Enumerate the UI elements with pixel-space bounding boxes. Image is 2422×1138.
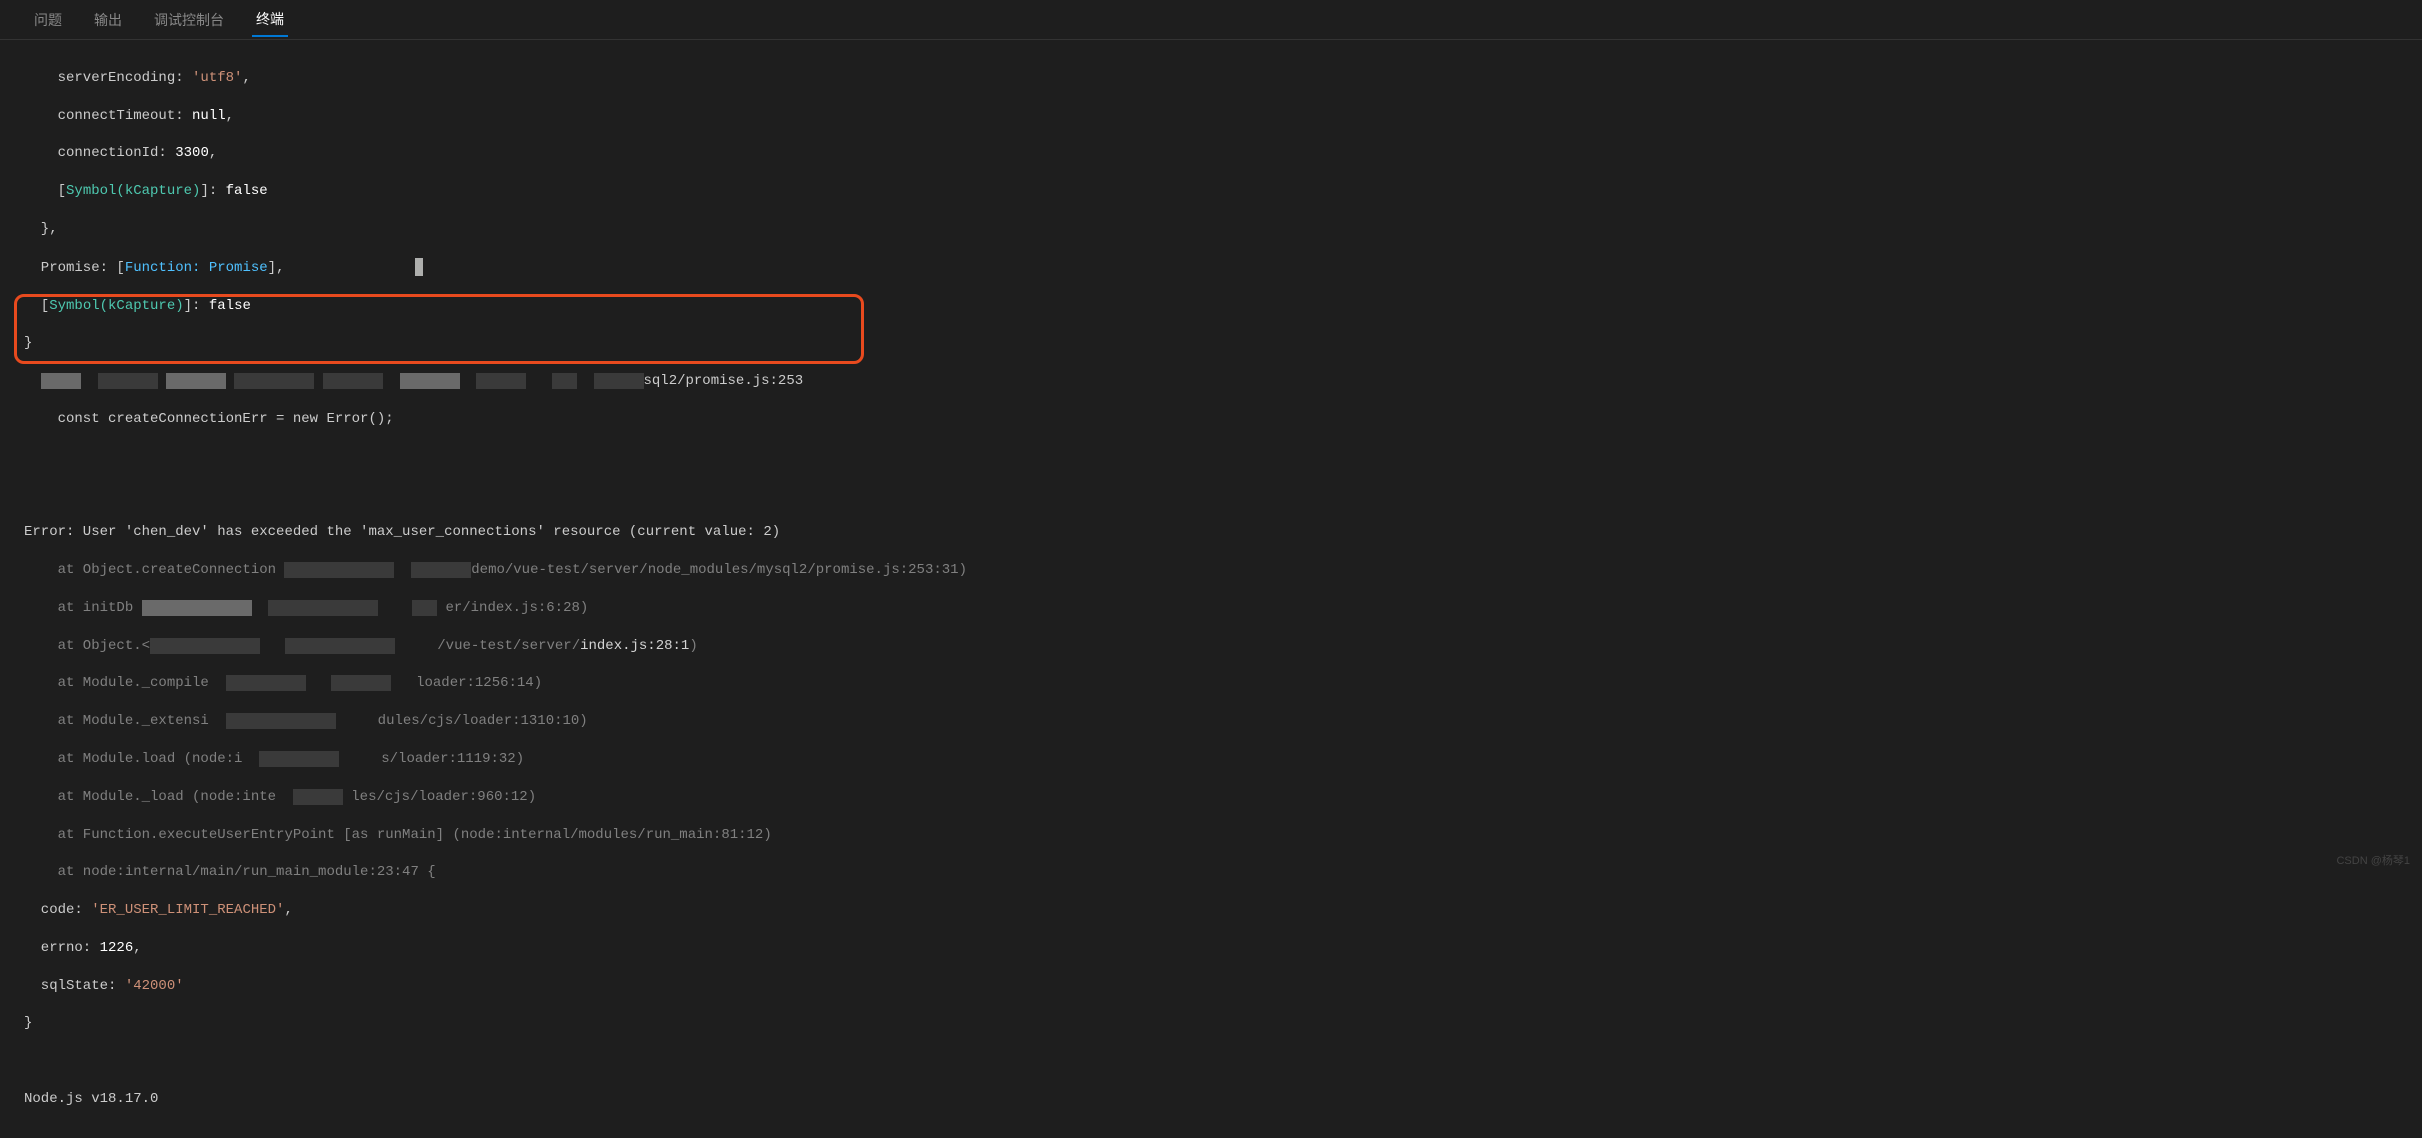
watermark: CSDN @杨琴1 (2336, 852, 2410, 868)
redacted (323, 373, 383, 389)
stack-line: at Object.createConnection (24, 562, 284, 578)
text: er/index.js:6:28) (445, 600, 588, 616)
text: ]: (184, 298, 209, 314)
text: [ (116, 260, 124, 276)
stack-line: at Module._extensi (24, 713, 209, 729)
text: Function: Promise (125, 260, 268, 276)
terminal-output[interactable]: serverEncoding: 'utf8', connectTimeout: … (0, 40, 2422, 1138)
text: node_modules/mysql2 (648, 562, 808, 578)
text: /promise.js:253:31) (807, 562, 967, 578)
text: ) (689, 638, 697, 654)
redacted (412, 600, 437, 616)
text: /vue-test/server/ (437, 638, 580, 654)
text: index.js:28:1 (580, 638, 689, 654)
text: Symbol(kCapture) (66, 183, 200, 199)
text: ] (268, 260, 276, 276)
text (24, 486, 32, 502)
redacted (226, 675, 306, 691)
text: }, (24, 221, 58, 237)
text: , (284, 902, 292, 918)
text: } (24, 1015, 32, 1031)
redacted (293, 789, 343, 805)
text: 1226 (100, 940, 134, 956)
text: [ (24, 183, 66, 199)
node-version: Node.js v18.17.0 (24, 1091, 158, 1107)
stack-line: at Function.executeUserEntryPoint [as ru… (24, 827, 772, 843)
tab-terminal[interactable]: 终端 (252, 3, 288, 37)
redacted (259, 751, 339, 767)
error-message: Error: User 'chen_dev' has exceeded the … (24, 524, 780, 540)
cursor (415, 258, 423, 276)
text: loader:1256:14) (416, 675, 542, 691)
text: false (226, 183, 268, 199)
text: sql2/promise.js:253 (644, 373, 804, 389)
text: '42000' (125, 978, 184, 994)
redacted (284, 562, 394, 578)
text: demo/vue-test/server/ (471, 562, 647, 578)
redacted (268, 600, 378, 616)
text: errno: (24, 940, 100, 956)
stack-line: at node:internal/main/run_main_module:23… (24, 864, 436, 880)
redacted (150, 638, 260, 654)
text: code: (24, 902, 91, 918)
text: sqlState: (24, 978, 125, 994)
redacted (98, 373, 158, 389)
text: serverEncoding: (24, 70, 192, 86)
text: 3300 (175, 145, 209, 161)
stack-line: at Module.load (node:i (24, 751, 242, 767)
text (24, 1053, 32, 1069)
text: } (24, 335, 32, 351)
redacted (476, 373, 526, 389)
stack-line: at Module._load (node:inte (24, 789, 276, 805)
redacted (411, 562, 471, 578)
redacted (166, 373, 226, 389)
text: s/loader:1119:32) (381, 751, 524, 767)
tab-problems[interactable]: 问题 (30, 4, 66, 36)
text: , (226, 108, 234, 124)
text: dules/cjs/loader:1310:10) (378, 713, 588, 729)
text: , (209, 145, 217, 161)
text: , (133, 940, 141, 956)
redacted (594, 373, 644, 389)
text: [ (24, 298, 49, 314)
text: connectionId: (24, 145, 175, 161)
redacted (552, 373, 577, 389)
text: les/cjs/loader:960:12) (351, 789, 536, 805)
stack-line: at initDb (24, 600, 142, 616)
redacted (226, 713, 336, 729)
redacted (142, 600, 252, 616)
stack-line: at Module._compile (24, 675, 209, 691)
text: Promise: (24, 260, 116, 276)
panel-tabs: 问题 输出 调试控制台 终端 (0, 0, 2422, 40)
text: 'ER_USER_LIMIT_REACHED' (91, 902, 284, 918)
redacted (400, 373, 460, 389)
redacted (234, 373, 314, 389)
text: null (192, 108, 226, 124)
text: const createConnectionErr = new Error(); (24, 411, 394, 427)
redacted (41, 373, 81, 389)
redacted (285, 638, 395, 654)
text: ]: (200, 183, 225, 199)
tab-output[interactable]: 输出 (90, 4, 126, 36)
text (24, 449, 32, 465)
text: , (276, 260, 284, 276)
stack-line: at Object.< (24, 638, 150, 654)
text: connectTimeout: (24, 108, 192, 124)
text: Symbol(kCapture) (49, 298, 183, 314)
text: false (209, 298, 251, 314)
text: 'utf8' (192, 70, 242, 86)
tab-debug-console[interactable]: 调试控制台 (150, 4, 228, 36)
text: , (242, 70, 250, 86)
redacted (331, 675, 391, 691)
